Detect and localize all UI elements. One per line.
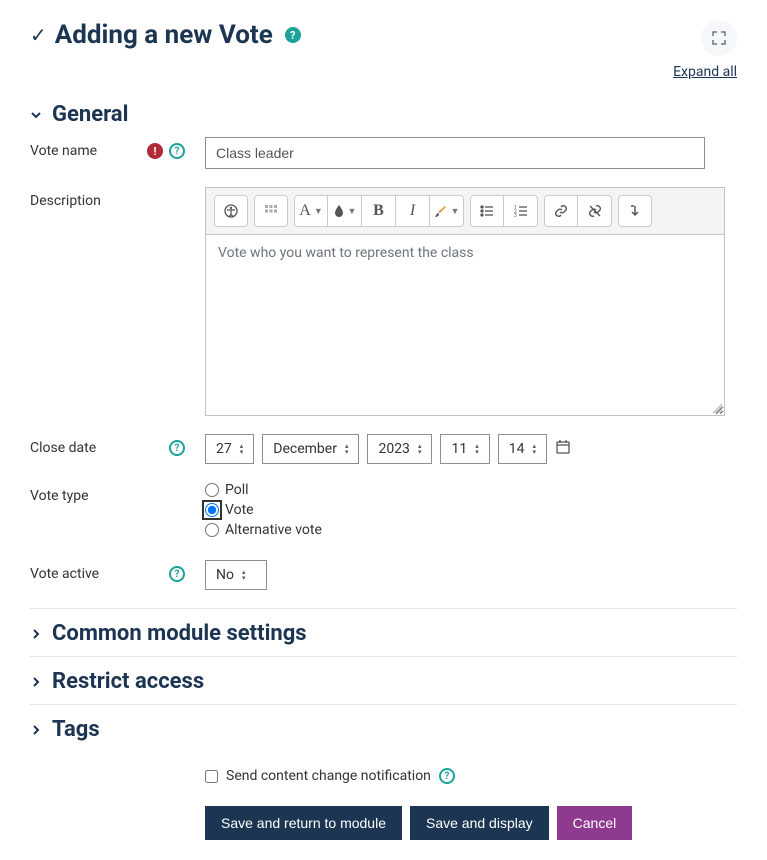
brush-icon [434,204,448,218]
chevron-updown-icon [532,443,536,455]
vote-type-vote-radio[interactable]: Vote [205,502,737,518]
section-restrict-title: Restrict access [52,669,204,694]
page-title: Adding a new Vote [55,20,273,50]
chevron-down-icon [30,109,42,121]
help-icon[interactable]: ? [285,27,301,43]
vote-name-input[interactable] [205,137,705,169]
tb-font-button[interactable]: A▼ [294,195,328,227]
vote-type-poll-radio[interactable]: Poll [205,482,737,498]
arrow-down-icon [629,204,641,218]
close-date-minute-select[interactable]: 14 [498,434,547,464]
accessibility-icon [224,204,238,218]
section-tags-title: Tags [52,717,100,742]
tb-grid-button[interactable] [254,195,288,227]
label-description: Description [30,193,101,209]
label-vote-active: Vote active [30,566,99,582]
label-vote-name: Vote name [30,143,97,159]
chevron-updown-icon [242,569,246,581]
close-date-hour-select[interactable]: 11 [440,434,489,464]
section-general-header[interactable]: General [30,90,737,137]
tb-ol-button[interactable]: 123 [504,195,538,227]
drop-icon [333,204,345,218]
label-close-date: Close date [30,440,96,456]
required-icon: ! [147,143,163,159]
grid-icon [264,204,278,218]
tb-brush-button[interactable]: ▼ [430,195,464,227]
tb-link-button[interactable] [544,195,578,227]
save-return-button[interactable]: Save and return to module [205,806,402,840]
close-date-day-select[interactable]: 27 [205,434,254,464]
label-vote-type: Vote type [30,488,89,504]
svg-text:3: 3 [514,213,517,218]
vote-type-alt-radio[interactable]: Alternative vote [205,522,737,538]
link-icon [554,204,568,218]
help-icon[interactable]: ? [169,440,185,456]
notify-checkbox[interactable] [205,770,218,783]
tb-ul-button[interactable] [470,195,504,227]
chevron-updown-icon [418,443,422,455]
check-icon [30,23,47,47]
chevron-updown-icon [475,443,479,455]
chevron-right-icon [30,628,42,640]
section-common-header[interactable]: Common module settings [30,609,737,656]
description-editor: A▼ ▼ B I ▼ [205,187,725,416]
section-tags-header[interactable]: Tags [30,705,737,752]
section-common-title: Common module settings [52,621,307,646]
chevron-right-icon [30,676,42,688]
tb-arrow-button[interactable] [618,195,652,227]
close-date-year-select[interactable]: 2023 [367,434,432,464]
expand-all-link[interactable]: Expand all [30,64,737,80]
tb-bold-button[interactable]: B [362,195,396,227]
section-general-title: General [52,102,128,127]
chevron-updown-icon [345,443,349,455]
description-textarea[interactable]: Vote who you want to represent the class [206,235,724,415]
help-icon[interactable]: ? [169,566,185,582]
help-icon[interactable]: ? [169,143,185,159]
tb-accessibility-button[interactable] [214,195,248,227]
list-ul-icon [480,204,494,218]
tb-color-button[interactable]: ▼ [328,195,362,227]
cancel-button[interactable]: Cancel [557,806,633,840]
section-restrict-header[interactable]: Restrict access [30,657,737,704]
help-icon[interactable]: ? [439,768,455,784]
fullscreen-button[interactable] [701,20,737,56]
resize-handle-icon[interactable] [712,403,722,413]
tb-italic-button[interactable]: I [396,195,430,227]
label-notify: Send content change notification [226,768,431,784]
chevron-right-icon [30,724,42,736]
calendar-icon[interactable] [555,439,571,459]
tb-unlink-button[interactable] [578,195,612,227]
fullscreen-icon [711,30,727,46]
unlink-icon [588,204,602,218]
save-display-button[interactable]: Save and display [410,806,549,840]
list-ol-icon: 123 [514,204,528,218]
editor-toolbar: A▼ ▼ B I ▼ [206,188,724,235]
vote-active-select[interactable]: No [205,560,267,590]
close-date-month-select[interactable]: December [262,434,359,464]
chevron-updown-icon [240,443,244,455]
